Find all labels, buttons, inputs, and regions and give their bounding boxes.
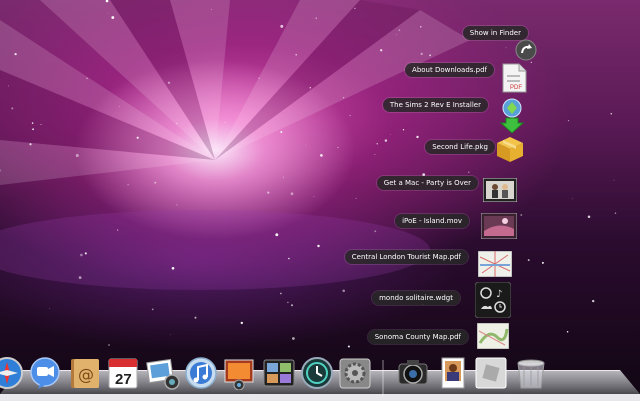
stack-item-london-map[interactable]: Central London Tourist Map.pdf xyxy=(344,250,474,264)
time-machine-icon[interactable] xyxy=(300,356,334,390)
stack-item-label: Get a Mac - Party is Over xyxy=(376,176,478,190)
widget-icon[interactable]: ♪ xyxy=(474,281,512,322)
sims-installer-icon[interactable] xyxy=(498,98,526,138)
stack-item-label: Central London Tourist Map.pdf xyxy=(344,250,468,264)
preview-icon[interactable] xyxy=(436,356,470,390)
stack-item-second-life[interactable]: Second Life.pkg xyxy=(425,140,501,154)
stack-item-sonoma-map[interactable]: Sonoma County Map.pdf xyxy=(367,330,474,344)
stack-item-mondo-solitaire[interactable]: mondo solitaire.wdgt xyxy=(372,291,466,305)
stack-item-about-downloads[interactable]: About Downloads.pdf xyxy=(405,63,500,77)
map-pdf-icon[interactable] xyxy=(476,322,510,353)
stack-item-label: mondo solitaire.wdgt xyxy=(372,291,460,305)
photo-booth-icon[interactable] xyxy=(222,356,256,391)
stack-item-get-a-mac[interactable]: Get a Mac - Party is Over xyxy=(376,176,484,190)
iphoto-icon[interactable] xyxy=(146,356,180,390)
svg-text:PDF: PDF xyxy=(510,85,522,91)
svg-text:♪: ♪ xyxy=(496,289,502,300)
map-pdf-icon[interactable] xyxy=(477,250,513,281)
trash-icon[interactable] xyxy=(514,356,548,390)
arrow-circle-icon[interactable] xyxy=(512,36,540,64)
package-icon[interactable] xyxy=(495,134,525,168)
stack-item-label: Sonoma County Map.pdf xyxy=(367,330,468,344)
stack-item-sims-installer[interactable]: The Sims 2 Rev E Installer xyxy=(382,98,494,112)
pdf-document-icon[interactable]: PDF xyxy=(501,63,527,97)
movie-thumbnail-icon[interactable] xyxy=(480,212,518,243)
video-thumbnail-icon[interactable] xyxy=(482,177,518,206)
downloads-stack-icon[interactable] xyxy=(474,356,508,390)
svg-text:@: @ xyxy=(78,365,94,384)
ichat-icon[interactable] xyxy=(28,356,62,390)
aperture-icon[interactable] xyxy=(396,356,430,390)
ical-date-text: 27 xyxy=(115,371,132,388)
ical-icon[interactable]: 27 xyxy=(106,356,140,390)
stack-item-island-mov[interactable]: iPoE - Island.mov xyxy=(395,214,475,228)
dock-divider xyxy=(382,360,384,396)
system-preferences-icon[interactable] xyxy=(338,356,372,390)
stack-item-label: About Downloads.pdf xyxy=(405,63,494,77)
wallpaper-stars xyxy=(0,0,617,348)
stack-item-label: iPoE - Island.mov xyxy=(395,214,469,228)
stack-item-label: Second Life.pkg xyxy=(425,140,495,154)
desktop xyxy=(0,0,640,401)
address-book-icon[interactable]: @ xyxy=(68,356,102,390)
itunes-icon[interactable] xyxy=(184,356,218,390)
safari-icon[interactable] xyxy=(0,356,24,390)
stack-item-label: The Sims 2 Rev E Installer xyxy=(382,98,488,112)
spaces-icon[interactable] xyxy=(262,356,296,390)
